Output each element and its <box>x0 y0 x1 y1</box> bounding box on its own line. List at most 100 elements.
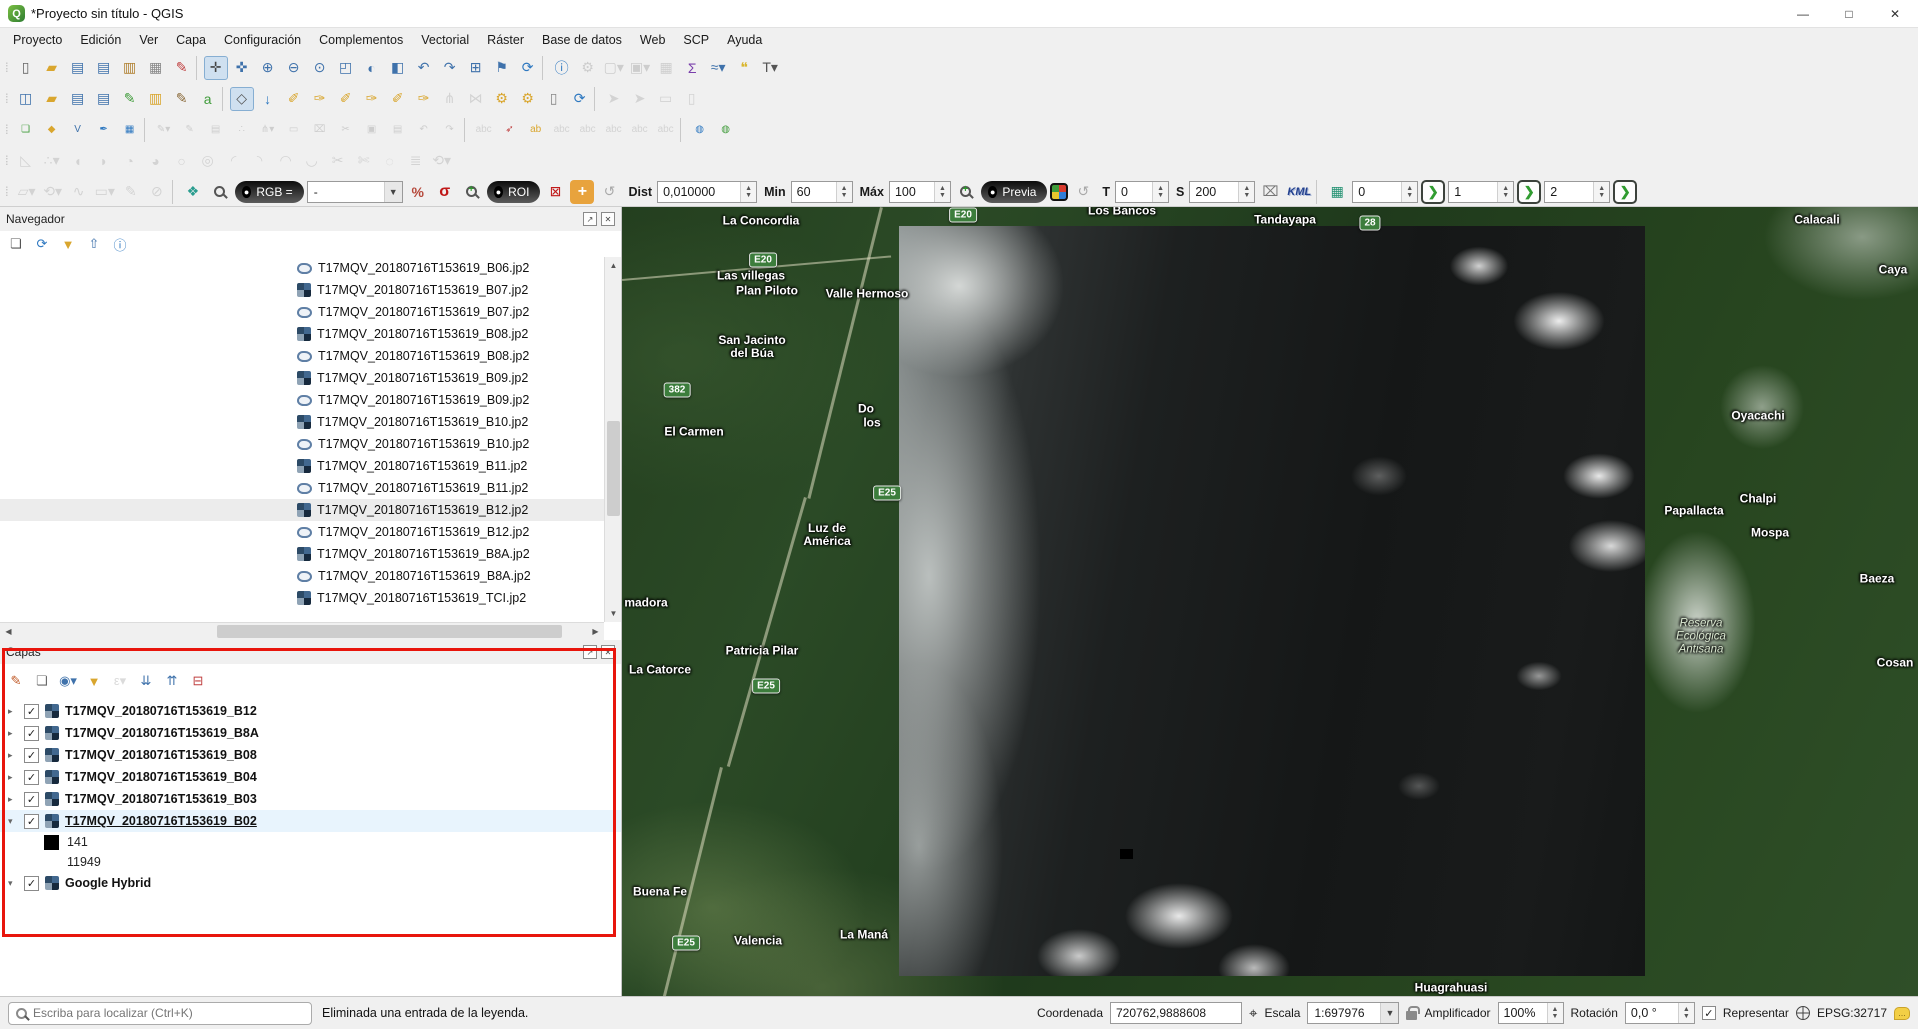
attribute-table-icon[interactable]: ▦ <box>654 56 678 80</box>
expand-arrow-icon[interactable]: ▸ <box>8 794 18 805</box>
expand-arrow-icon[interactable]: ▾ <box>8 816 18 827</box>
spinner-arrows-icon[interactable]: ▲▼ <box>836 182 852 202</box>
modify-attributes-icon[interactable]: ▭ <box>282 118 306 142</box>
map-tips-icon[interactable]: ❝ <box>732 56 756 80</box>
menu-item[interactable]: Web <box>631 28 674 52</box>
shape-fill-ring-icon[interactable]: ◌ <box>378 149 402 173</box>
toggle-editing-icon[interactable]: ✎▾ <box>152 118 176 142</box>
scp-redo-roi-icon[interactable]: ↺ <box>597 180 621 204</box>
browser-file-item[interactable]: T17MQV_20180716T153619_B08.jp2 <box>0 323 604 345</box>
scp-dock-icon[interactable]: ❖ <box>181 180 205 204</box>
scrollbar-thumb[interactable] <box>217 625 561 638</box>
shape-arc-icon-1[interactable]: ◜ <box>222 149 246 173</box>
save-style-icon[interactable]: ▤ <box>66 87 90 111</box>
nav-refresh-icon[interactable]: ⟳ <box>32 234 52 254</box>
zoom-full-icon[interactable]: ◰ <box>334 56 358 80</box>
scale-combobox[interactable]: 1:697976 ▼ <box>1307 1002 1399 1024</box>
label-option-icon-5[interactable]: abc <box>654 118 678 142</box>
zoom-to-layer-icon[interactable]: ◧ <box>386 56 410 80</box>
offset-curve-icon[interactable]: ▭▾ <box>93 180 117 204</box>
shape-ellipse-icon-2[interactable]: ◎ <box>196 149 220 173</box>
scp-rgb-combobox[interactable]: -▼ <box>307 181 403 203</box>
layer-checkbox[interactable]: ✓ <box>24 726 39 741</box>
scp-apply-button-2[interactable]: ❯ <box>1517 180 1541 204</box>
expand-arrow-icon[interactable]: ▸ <box>8 706 18 717</box>
browser-vertical-scrollbar[interactable]: ▲ ▼ <box>604 257 621 622</box>
spinner-arrows-icon[interactable]: ▲▼ <box>1678 1003 1694 1023</box>
spinner-arrows-icon[interactable]: ▲▼ <box>1152 182 1168 202</box>
rotation-spinbox[interactable]: 0,0 °▲▼ <box>1625 1002 1695 1024</box>
shape-circle-icon-1[interactable]: ◖ <box>66 149 90 173</box>
data-source-manager-icon[interactable]: ◫ <box>14 87 38 111</box>
scp-dist-spinbox[interactable]: 0,010000▲▼ <box>657 181 757 203</box>
browser-file-item[interactable]: T17MQV_20180716T153619_B11.jp2 <box>0 455 604 477</box>
spinner-arrows-icon[interactable]: ▲▼ <box>934 182 950 202</box>
scroll-down-icon[interactable]: ▼ <box>605 605 622 622</box>
nav-add-layer-icon[interactable]: ❏ <box>6 234 26 254</box>
nav-collapse-icon[interactable]: ⇧ <box>84 234 104 254</box>
web-service-icon[interactable]: ◍ <box>714 118 738 142</box>
move-feature-icon[interactable]: ▱▾ <box>15 180 39 204</box>
scp-band-spinbox-1[interactable]: 0▲▼ <box>1352 181 1418 203</box>
shape-points-icon[interactable]: ∴▾ <box>40 149 64 173</box>
layer-row[interactable]: ▸ ✓ T17MQV_20180716T153619_B03 <box>0 788 621 810</box>
save-project-icon[interactable]: ▤ <box>66 56 90 80</box>
crs-code[interactable]: EPSG:32717 <box>1817 1006 1887 1020</box>
expand-arrow-icon[interactable]: ▸ <box>8 772 18 783</box>
zoom-native-icon[interactable]: ⊙ <box>308 56 332 80</box>
settings-icon-2[interactable]: ⚙ <box>516 87 540 111</box>
polygon-select-icon[interactable]: ◇ <box>230 87 254 111</box>
browser-file-item[interactable]: T17MQV_20180716T153619_B8A.jp2 <box>0 565 604 587</box>
digitize-icon-1[interactable]: ✐ <box>282 87 306 111</box>
expand-all-icon[interactable]: ⇊ <box>136 671 156 691</box>
menu-item[interactable]: Proyecto <box>4 28 71 52</box>
simplify-feature-icon[interactable]: ∿ <box>67 180 91 204</box>
download-data-icon[interactable]: ↓ <box>256 87 280 111</box>
scp-delete-icon[interactable]: ⌧ <box>1258 180 1282 204</box>
expand-arrow-icon[interactable]: ▸ <box>8 728 18 739</box>
browser-file-item[interactable]: T17MQV_20180716T153619_B08.jp2 <box>0 345 604 367</box>
pin-labels-icon[interactable]: ➶ <box>498 118 522 142</box>
float-panel-icon[interactable]: ↗ <box>583 212 597 226</box>
shape-circle-icon-2[interactable]: ◗ <box>92 149 116 173</box>
coordinate-input[interactable]: 720762,9888608 <box>1110 1002 1242 1024</box>
remove-layer-icon[interactable]: ⊟ <box>188 671 208 691</box>
scp-roi-pointer-icon[interactable]: ⊠ <box>543 180 567 204</box>
measure-icon-2[interactable]: ▭ <box>654 87 678 111</box>
page-view-icon[interactable]: ▯ <box>542 87 566 111</box>
collapse-all-icon[interactable]: ⇈ <box>162 671 182 691</box>
vertex-tool-icon[interactable]: ⋔▾ <box>256 118 280 142</box>
spinner-arrows-icon[interactable]: ▲▼ <box>1593 182 1609 202</box>
processing-icon[interactable]: ⚙ <box>576 56 600 80</box>
messages-bubble-icon[interactable]: … <box>1894 1007 1910 1020</box>
browser-file-item[interactable]: T17MQV_20180716T153619_B12.jp2 <box>0 521 604 543</box>
browser-file-item[interactable]: T17MQV_20180716T153619_B06.jp2 <box>0 257 604 279</box>
scroll-up-icon[interactable]: ▲ <box>605 257 622 274</box>
bookmarks-icon[interactable]: ⚑ <box>490 56 514 80</box>
pan-to-selection-icon[interactable]: ✜ <box>230 56 254 80</box>
menu-item[interactable]: SCP <box>674 28 718 52</box>
scp-rgb-color-icon[interactable] <box>1050 183 1068 201</box>
layer-labeling-icon[interactable]: abc <box>472 118 496 142</box>
measure-icon[interactable]: ≈▾ <box>706 56 730 80</box>
zoom-next-icon[interactable]: ↷ <box>438 56 462 80</box>
browser-file-item[interactable]: T17MQV_20180716T153619_B07.jp2 <box>0 279 604 301</box>
scp-s-spinbox[interactable]: 200▲▼ <box>1189 181 1255 203</box>
layer-checkbox[interactable]: ✓ <box>24 814 39 829</box>
new-mesh-layer-icon[interactable]: ▦ <box>118 118 142 142</box>
new-shapefile-icon[interactable]: V <box>66 118 90 142</box>
scp-grid-icon[interactable]: ▦ <box>1325 180 1349 204</box>
node-tool-icon-1[interactable]: ⋔ <box>438 87 462 111</box>
text-annotation-icon[interactable]: T▾ <box>758 56 782 80</box>
layer-checkbox[interactable]: ✓ <box>24 748 39 763</box>
copy-features-icon[interactable]: ▣ <box>360 118 384 142</box>
digitize-icon-3[interactable]: ✐ <box>334 87 358 111</box>
digitize-icon-5[interactable]: ✐ <box>386 87 410 111</box>
spinner-arrows-icon[interactable]: ▲▼ <box>740 182 756 202</box>
menu-item[interactable]: Capa <box>167 28 215 52</box>
close-panel-icon[interactable]: ✕ <box>601 212 615 226</box>
scp-max-spinbox[interactable]: 100▲▼ <box>889 181 951 203</box>
shape-align-icon[interactable]: ≣ <box>404 149 428 173</box>
label-option-icon-2[interactable]: abc <box>576 118 600 142</box>
add-group-icon[interactable]: ❏ <box>32 671 52 691</box>
